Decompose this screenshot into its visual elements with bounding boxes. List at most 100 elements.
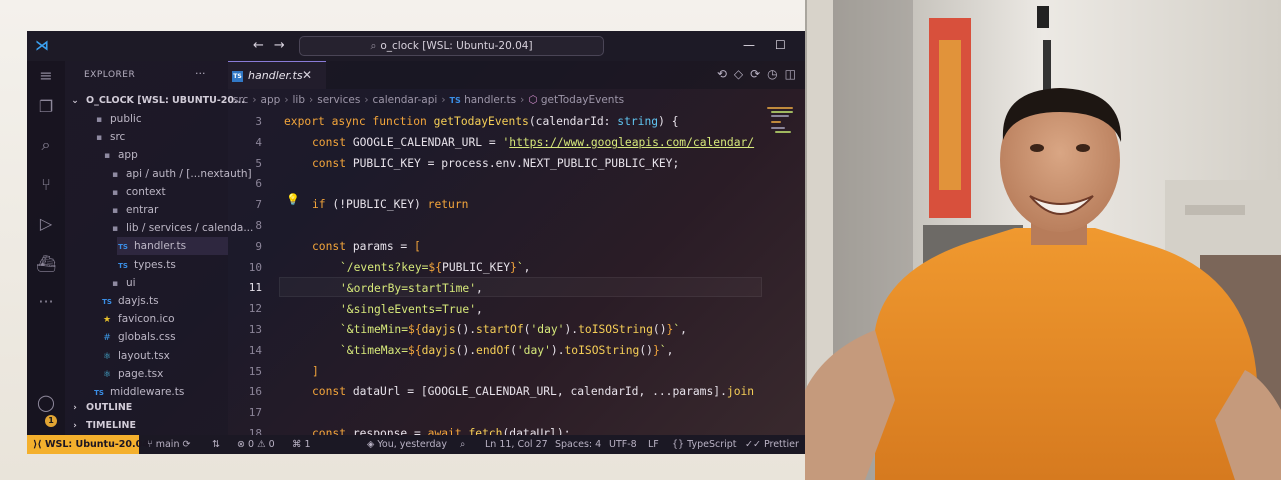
explorer-item[interactable]: ⚛ page.tsx <box>101 365 228 383</box>
explorer-item[interactable]: ▪ api / auth / [...nextauth] <box>109 165 252 183</box>
typescript-file-icon: TS <box>102 298 112 306</box>
error-count: 0 <box>248 439 255 450</box>
line-number: 14 <box>248 343 262 357</box>
docker-icon[interactable]: ⛴ <box>36 254 56 274</box>
lightbulb-icon[interactable]: 💡 <box>286 193 300 206</box>
outline-section[interactable]: › OUTLINE <box>69 399 228 417</box>
explorer-item-label: context <box>126 185 166 198</box>
problems-indicator[interactable]: ⊗ 0 ⚠ 0 <box>237 435 275 454</box>
language-mode[interactable]: {} TypeScript <box>672 435 737 454</box>
ports-indicator[interactable]: ⌘ 1 <box>292 435 311 454</box>
git-blame-indicator[interactable]: ◈ You, yesterday <box>367 435 447 454</box>
chevron-right-icon: › <box>73 403 77 413</box>
explorer-item[interactable]: TS handler.ts <box>117 237 228 256</box>
git-branch-icon: ⑂ <box>147 439 153 450</box>
explorer-files-icon[interactable]: ❐ <box>36 97 56 117</box>
breadcrumb-item[interactable]: lib <box>293 94 306 106</box>
prettier-indicator[interactable]: ✓✓ Prettier <box>745 435 799 454</box>
code-line[interactable]: const PUBLIC_KEY = process.env.NEXT_PUBL… <box>312 157 679 170</box>
line-number: 15 <box>248 364 262 378</box>
encoding[interactable]: UTF-8 <box>609 435 637 454</box>
line-ending[interactable]: LF <box>648 435 659 454</box>
more-icon[interactable]: ··· <box>36 292 56 312</box>
split-editor-icon[interactable]: ◫ <box>785 67 803 81</box>
remote-icon: ⟩⟨ <box>33 439 42 450</box>
git-compare-icon[interactable]: ⟲ <box>717 67 734 81</box>
breadcrumb-item[interactable]: services <box>317 94 360 106</box>
explorer-item[interactable]: ★ favicon.ico <box>101 310 228 328</box>
explorer-item[interactable]: ▪ lib / services / calenda... <box>109 219 253 237</box>
folder-icon: ▪ <box>111 224 119 235</box>
code-line[interactable]: '&singleEvents=True', <box>340 303 483 316</box>
explorer-root-folder[interactable]: ⌄ O_CLOCK [WSL: UBUNTU-20... <box>69 92 245 110</box>
code-line[interactable]: if (!PUBLIC_KEY) return <box>312 198 468 211</box>
explorer-item[interactable]: ▪ public <box>93 110 228 128</box>
code-line[interactable]: export async function getTodayEvents(cal… <box>284 115 679 128</box>
timeline-icon[interactable]: ◷ <box>767 67 784 81</box>
explorer-item[interactable]: ⚛ layout.tsx <box>101 347 228 365</box>
line-number: 12 <box>248 302 262 316</box>
source-control-icon[interactable]: ⑂ <box>36 175 56 195</box>
indentation[interactable]: Spaces: 4 <box>555 435 601 454</box>
code-line[interactable]: '&orderBy=startTime', <box>340 282 483 295</box>
code-line[interactable]: `&timeMax=${dayjs().endOf('day').toISOSt… <box>340 344 673 357</box>
breadcrumb-item[interactable]: app <box>261 94 281 106</box>
line-number: 8 <box>255 219 262 232</box>
explorer-item[interactable]: ▪ context <box>109 183 228 201</box>
explorer-item[interactable]: # globals.css <box>101 328 228 346</box>
outline-label: OUTLINE <box>86 402 133 413</box>
timeline-section[interactable]: › TIMELINE <box>69 417 228 435</box>
command-center-search[interactable]: ⌕ o_clock [WSL: Ubuntu-20.04] <box>299 36 604 56</box>
breadcrumb-item[interactable]: src <box>233 94 248 106</box>
run-debug-icon[interactable]: ▷ <box>36 214 56 234</box>
breadcrumb-item[interactable]: getTodayEvents <box>541 94 624 106</box>
explorer-item[interactable]: TS types.ts <box>117 256 228 274</box>
line-number: 4 <box>255 135 262 149</box>
code-line[interactable]: const params = [ <box>312 240 421 253</box>
zoom-search-icon[interactable]: ⌕ <box>460 435 465 454</box>
react-file-icon: ⚛ <box>102 351 112 362</box>
code-line[interactable]: const GOOGLE_CALENDAR_URL = 'https://www… <box>312 136 754 149</box>
explorer-item[interactable]: ▪ ui <box>109 274 228 292</box>
code-line[interactable]: ] <box>312 365 319 378</box>
explorer-item-label: page.tsx <box>118 367 164 380</box>
explorer-item-label: middleware.ts <box>110 386 185 398</box>
maximize-button[interactable]: ☐ <box>775 38 786 52</box>
sync-icon[interactable]: ⟳ <box>183 439 191 450</box>
breadcrumb-item[interactable]: handler.ts <box>464 94 516 106</box>
close-icon[interactable]: ✕ <box>302 68 312 82</box>
explorer-header: EXPLORER <box>84 70 136 80</box>
menu-icon[interactable]: ≡ <box>36 66 56 86</box>
code-line[interactable]: `/events?key=${PUBLIC_KEY}`, <box>340 261 530 274</box>
breadcrumb-item[interactable]: calendar-api <box>373 94 438 106</box>
root-folder-label: O_CLOCK [WSL: UBUNTU-20... <box>86 95 245 106</box>
braces-icon: {} <box>672 439 685 450</box>
search-icon[interactable]: ⌕ <box>36 135 56 155</box>
go-back-icon[interactable]: ◇ <box>734 67 750 81</box>
line-number: 16 <box>248 385 262 399</box>
explorer-more-button[interactable]: ··· <box>195 67 206 80</box>
line-number: 3 <box>255 115 262 128</box>
go-forward-icon[interactable]: ⟳ <box>750 67 767 81</box>
account-icon[interactable]: ◯ <box>36 393 56 413</box>
explorer-item[interactable]: TS dayjs.ts <box>101 292 228 310</box>
typescript-file-icon: TS <box>118 261 128 270</box>
code-line[interactable]: `&timeMin=${dayjs().startOf('day').toISO… <box>340 323 687 336</box>
forward-arrow-icon[interactable]: → <box>274 38 295 53</box>
explorer-item[interactable]: ▪ entrar <box>109 201 228 219</box>
folder-icon: ▪ <box>111 169 119 180</box>
code-line[interactable]: const dataUrl = [GOOGLE_CALENDAR_URL, ca… <box>312 385 754 398</box>
minimap[interactable] <box>765 105 799 165</box>
explorer-item-label: src <box>110 131 126 144</box>
publish-icon[interactable]: ⇅ <box>212 435 220 454</box>
minimize-button[interactable]: — <box>743 38 755 52</box>
tab-handler-ts[interactable]: TS handler.ts ✕ <box>228 61 326 89</box>
cursor-position[interactable]: Ln 11, Col 27 <box>485 435 548 454</box>
folder-icon: ▪ <box>111 278 119 289</box>
branch-indicator[interactable]: ⑂ main ⟳ <box>147 435 190 454</box>
back-arrow-icon[interactable]: ← <box>253 38 274 53</box>
explorer-item[interactable]: ▪ app <box>101 146 228 164</box>
folder-icon: ▪ <box>111 206 119 216</box>
explorer-item[interactable]: ▪ src <box>93 128 228 146</box>
remote-indicator[interactable]: ⟩⟨ WSL: Ubuntu-20.04 <box>27 435 149 454</box>
